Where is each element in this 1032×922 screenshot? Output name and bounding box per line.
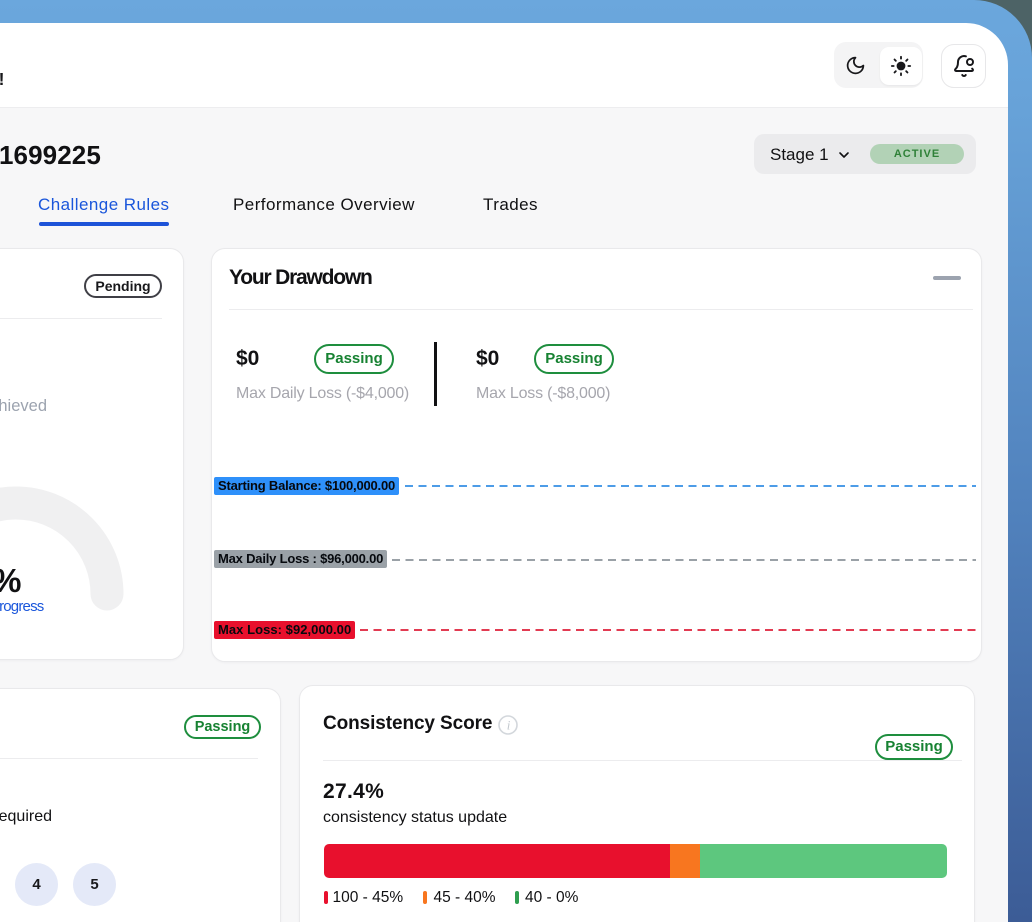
svg-text:i: i: [507, 717, 511, 732]
